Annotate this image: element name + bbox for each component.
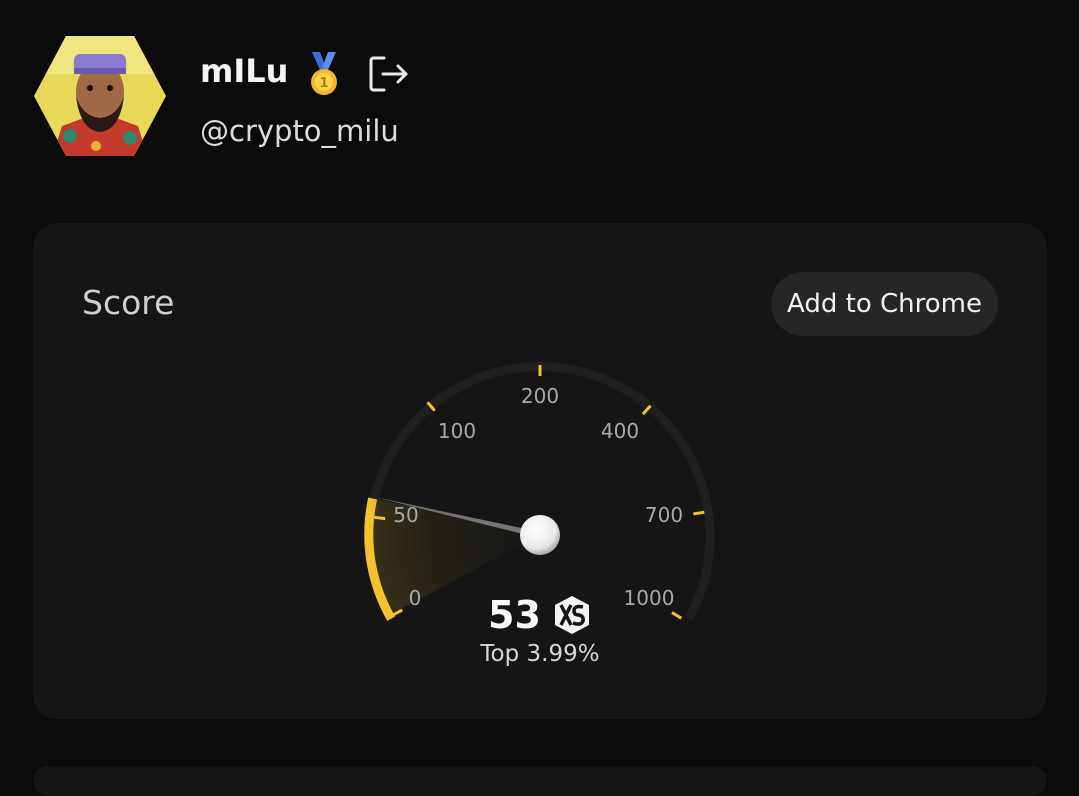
gauge-label-200: 200 bbox=[521, 384, 559, 408]
score-card: Score Add to Chrome 0 50 100 200 400 700… bbox=[33, 223, 1047, 719]
next-card bbox=[33, 766, 1047, 796]
percentile-text: Top 3.99% bbox=[480, 641, 600, 667]
gauge-label-100: 100 bbox=[438, 419, 476, 443]
score-value: 53 bbox=[488, 593, 541, 637]
svg-text:1: 1 bbox=[319, 76, 328, 91]
profile-handle: @crypto_milu bbox=[200, 114, 399, 148]
gauge-tick-50 bbox=[374, 515, 386, 521]
gauge-tick-700 bbox=[693, 510, 705, 516]
profile-header: mILu 1 @crypto_milu bbox=[32, 34, 632, 164]
score-row: 53 bbox=[33, 593, 1047, 643]
gauge-label-700: 700 bbox=[645, 503, 683, 527]
gauge-knob bbox=[520, 515, 560, 555]
profile-name: mILu bbox=[200, 52, 289, 90]
avatar[interactable] bbox=[32, 34, 168, 158]
xs-logo-icon bbox=[554, 596, 589, 634]
gauge-label-400: 400 bbox=[601, 419, 639, 443]
logout-icon[interactable] bbox=[368, 54, 410, 94]
gold-medal-icon: 1 bbox=[311, 52, 337, 95]
